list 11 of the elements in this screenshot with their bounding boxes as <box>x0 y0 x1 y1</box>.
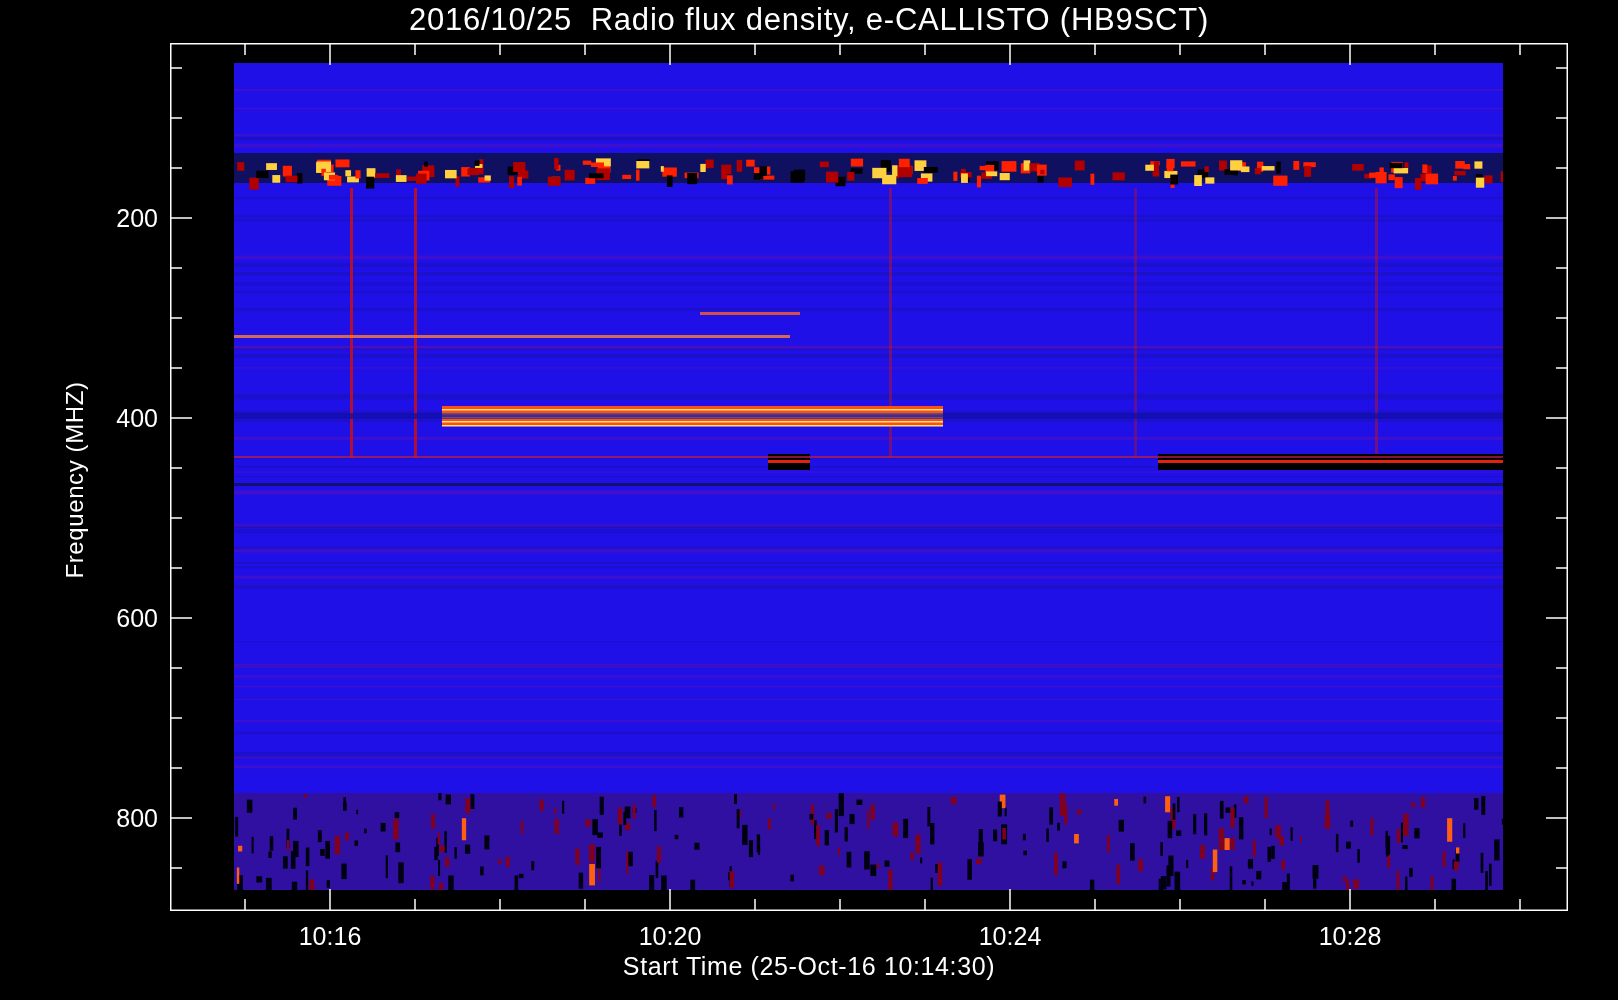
x-tick-label: 10:20 <box>637 922 703 950</box>
x-tick-label: 10:28 <box>1317 922 1383 950</box>
x-tick-label: 10:16 <box>297 922 363 950</box>
y-tick-label: 400 <box>115 404 158 432</box>
y-tick-label: 600 <box>115 604 158 632</box>
y-tick-label: 200 <box>115 204 158 232</box>
y-tick-label: 800 <box>115 804 158 832</box>
x-axis-label: Start Time (25-Oct-16 10:14:30) <box>622 951 996 981</box>
chart-title: 2016/10/25 Radio flux density, e-CALLISTO (HB9SCT) <box>409 1 1209 39</box>
y-axis-label: Frequency (MHZ) <box>61 381 89 579</box>
x-tick-label: 10:24 <box>977 922 1043 950</box>
